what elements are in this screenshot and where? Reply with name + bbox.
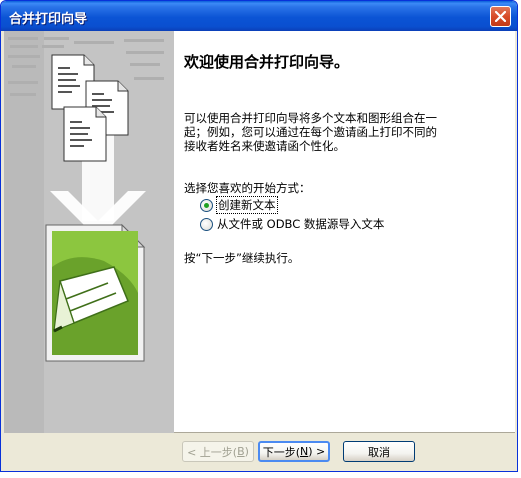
wizard-illustration-icon <box>4 31 174 433</box>
wizard-illustration <box>4 31 174 433</box>
title-bar[interactable]: 合并打印向导 <box>1 1 517 31</box>
description-line: 可以使用合并打印向导将多个文本和图形组合在一 <box>184 111 437 125</box>
description-line: 起；例如，您可以通过在每个邀请函上打印不同的 <box>184 125 437 139</box>
back-button-label: < 上一步( <box>187 445 238 459</box>
next-button-label: 下一步( <box>262 445 301 459</box>
radio-button[interactable] <box>200 217 213 231</box>
option-import-text[interactable]: 从文件或 ODBC 数据源导入文本 <box>200 216 384 232</box>
option-label[interactable]: 创建新文本 <box>216 196 278 214</box>
close-icon <box>495 11 506 22</box>
wizard-heading: 欢迎使用合并打印向导。 <box>184 53 350 71</box>
next-button-key: N <box>300 445 309 458</box>
description-line: 接收者姓名来使邀请函个性化。 <box>184 139 345 153</box>
radio-button-checked[interactable] <box>200 198 213 212</box>
close-button[interactable] <box>490 6 511 27</box>
option-create-new-text[interactable]: 创建新文本 <box>200 196 278 214</box>
continue-hint: 按“下一步”继续执行。 <box>184 251 300 265</box>
wizard-description: 可以使用合并打印向导将多个文本和图形组合在一 起；例如，您可以通过在每个邀请函上… <box>184 111 464 153</box>
merge-print-wizard-window: 合并打印向导 欢迎使用合并打印向导。 可以使用合并打印向导将多个文本和图形组合在… <box>0 0 518 472</box>
start-method-label: 选择您喜欢的开始方式： <box>184 181 311 195</box>
wizard-content: 欢迎使用合并打印向导。 可以使用合并打印向导将多个文本和图形组合在一 起；例如，… <box>4 31 515 433</box>
cancel-button[interactable]: 取消 <box>343 441 415 462</box>
back-button[interactable]: < 上一步(B) <box>182 441 254 462</box>
back-button-key: B <box>237 445 245 458</box>
next-button-suffix: ) > <box>308 445 326 458</box>
cancel-button-label: 取消 <box>368 445 390 459</box>
next-button[interactable]: 下一步(N) > <box>258 441 330 462</box>
window-title: 合并打印向导 <box>9 12 88 27</box>
option-label[interactable]: 从文件或 ODBC 数据源导入文本 <box>217 216 384 232</box>
